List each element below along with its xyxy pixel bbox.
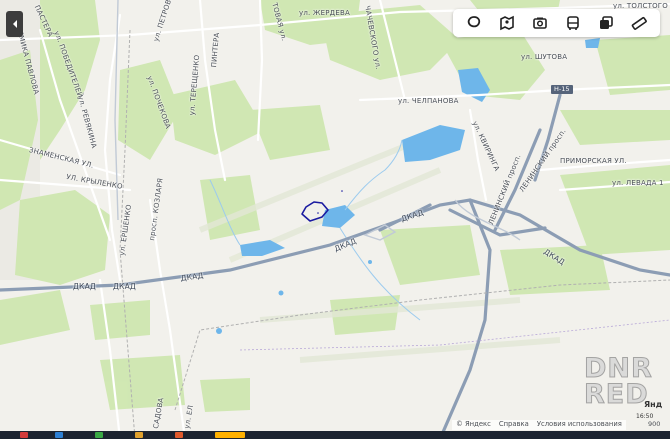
copyright-bar: © Яндекс Справка Условия использования xyxy=(452,420,626,430)
scale-label: 900 xyxy=(648,420,661,428)
ruler-icon[interactable] xyxy=(627,12,651,34)
panorama-icon[interactable] xyxy=(594,12,618,34)
chevron-left-icon xyxy=(12,20,17,28)
app-icon[interactable] xyxy=(95,432,103,438)
route-badge: H-15 xyxy=(551,85,573,94)
street-label: ПРИМОРСКАЯ УЛ. xyxy=(560,157,627,165)
street-label: ул. ШУТОВА xyxy=(521,53,568,61)
transport-icon[interactable] xyxy=(561,12,585,34)
start-icon[interactable] xyxy=(20,432,28,438)
app-icon[interactable] xyxy=(215,432,245,438)
map-canvas[interactable] xyxy=(0,0,670,439)
street-label: ул. ЛЕВАДА 1 xyxy=(612,179,664,187)
help-link[interactable]: Справка xyxy=(499,420,529,430)
street-label: ул. ЖЕРДЕВА xyxy=(299,9,350,17)
highway-label: ДКАД xyxy=(113,282,136,291)
panel-toggle-button[interactable] xyxy=(6,11,23,37)
copyright-text: © Яндекс xyxy=(456,420,491,428)
app-icon[interactable] xyxy=(55,432,63,438)
clock: 16:50 xyxy=(636,413,654,420)
app-icon[interactable] xyxy=(175,432,183,438)
street-label: ул. ЧЕЛПАНОВА xyxy=(398,97,459,105)
map-toolbar xyxy=(453,9,660,37)
watermark-logo: DNR RED xyxy=(584,355,653,410)
highway-label: ДКАД xyxy=(73,282,96,291)
app-icon[interactable] xyxy=(135,432,143,438)
lasso-icon[interactable] xyxy=(462,12,486,34)
terms-link[interactable]: Условия использования xyxy=(537,420,622,430)
yandex-brand: Янд xyxy=(644,400,663,409)
camera-icon[interactable] xyxy=(528,12,552,34)
layers-icon[interactable] xyxy=(495,12,519,34)
watermark-line: RED xyxy=(584,379,649,410)
